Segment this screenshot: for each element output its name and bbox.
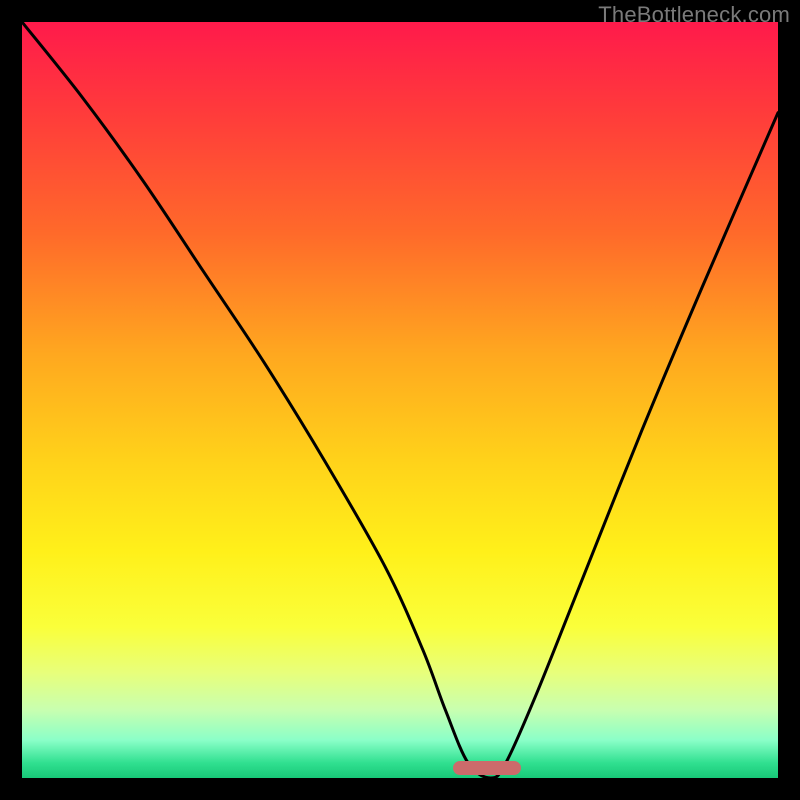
chart-frame: TheBottleneck.com bbox=[0, 0, 800, 800]
watermark-text: TheBottleneck.com bbox=[598, 2, 790, 28]
bottleneck-curve bbox=[22, 22, 778, 778]
curve-layer bbox=[22, 22, 778, 778]
plot-area bbox=[22, 22, 778, 778]
optimal-range-marker bbox=[453, 761, 521, 775]
